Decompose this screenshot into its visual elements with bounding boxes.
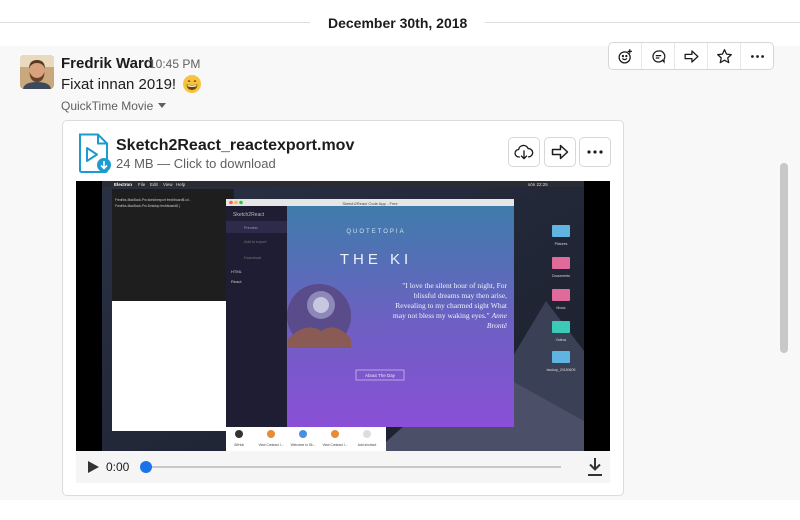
app-window-title: Sketch2React Code App - Free [342,201,398,206]
share-message-button[interactable] [675,43,708,69]
file-type-label: QuickTime Movie [61,99,154,113]
terminal-line-1: Fredriks-MacBook-Pro:sketchexport fredri… [115,198,191,202]
app-sidebar-download: Download [244,256,261,260]
share-icon [683,49,699,63]
app-sidebar-add: Add to export [244,240,268,244]
app-sidebar-title: Sketch2React [233,212,265,218]
sender-name[interactable]: Fredrik Ward [61,55,153,72]
preview-heading: THE KI [340,251,412,268]
file-attachment-card: Sketch2React_reactexport.mov 24 MB — Cli… [62,120,624,496]
video-controls: 0:00 [76,451,610,483]
cloud-download-icon [514,144,534,160]
playback-time: 0:00 [106,460,130,474]
seek-knob[interactable] [140,461,152,473]
mac-menu-help: Help [176,182,186,187]
video-file-icon[interactable] [77,133,113,173]
bottom-strip [0,500,800,520]
add-reaction-button[interactable] [609,43,642,69]
mac-menu-clock: sön 22:25 [528,182,548,187]
mac-menu-file: File [138,182,146,187]
message-body: Fixat innan 2019! [61,74,202,94]
dock-add-shortcut: Add shortcut [358,443,377,447]
desktop-pictures: Pictures [555,242,568,246]
more-icon [587,150,603,154]
file-meta[interactable]: 24 MB — Click to download [116,156,276,171]
date-label[interactable]: December 30th, 2018 [310,8,486,38]
app-sidebar-react: React [231,279,242,284]
dock-contract-1: View Contract I... [258,443,283,447]
grinning-face-icon [183,75,202,93]
terminal-line-2: Fredriks-MacBook-Pro:Desktop fredrikward… [115,204,180,208]
quote-author: Anne Brontë [486,311,507,330]
caret-down-icon [158,103,167,108]
desktop-backup: backup_20180605 [547,368,576,372]
date-divider: December 30th, 2018 [0,0,800,46]
seek-track[interactable] [146,466,561,468]
share-file-button[interactable] [544,137,576,167]
quote-text: "I love the silent hour of night, For bl… [392,281,507,320]
reply-thread-icon [651,49,665,64]
file-name[interactable]: Sketch2React_reactexport.mov [116,137,354,155]
message-text: Fixat innan 2019! [61,75,177,93]
file-more-button[interactable] [579,137,611,167]
quote-button: About The Day [365,373,396,378]
avatar-image [20,55,54,89]
preview-brand: QUOTETOPIA [346,229,405,235]
mac-menu-edit: Edit [150,182,159,187]
dock-contract-2: View Contract I... [322,443,347,447]
file-type-toggle[interactable]: QuickTime Movie [61,99,167,113]
message-actions [608,42,774,70]
scrollbar[interactable] [780,163,788,353]
star-message-button[interactable] [708,43,741,69]
app-sidebar-html: HTML [231,269,243,274]
reply-thread-button[interactable] [642,43,675,69]
add-reaction-icon [617,48,632,64]
star-icon [716,48,732,63]
download-icon[interactable] [586,457,604,477]
desktop-documents: Documents [552,274,570,278]
desktop-music: Music [556,306,565,310]
message-timestamp[interactable]: 10:45 PM [149,57,200,71]
avatar[interactable] [20,55,54,89]
download-button[interactable] [508,137,540,167]
video-frame: Electron File Edit View Help sön 22:25 F… [102,181,584,451]
play-icon[interactable] [86,460,100,474]
mac-menu-app: Electron [114,182,132,187]
mac-menu-view: View [163,182,173,187]
more-icon [750,54,764,58]
dock-welcome: Welcome to Sk... [291,443,316,447]
share-file-icon [551,144,569,160]
app-sidebar-preview: Preview [244,226,258,230]
desktop-videos: Videos [556,338,567,342]
video-player[interactable]: Electron File Edit View Help sön 22:25 F… [76,181,610,451]
dock-github: GitHub [234,443,244,447]
more-actions-button[interactable] [741,43,773,69]
